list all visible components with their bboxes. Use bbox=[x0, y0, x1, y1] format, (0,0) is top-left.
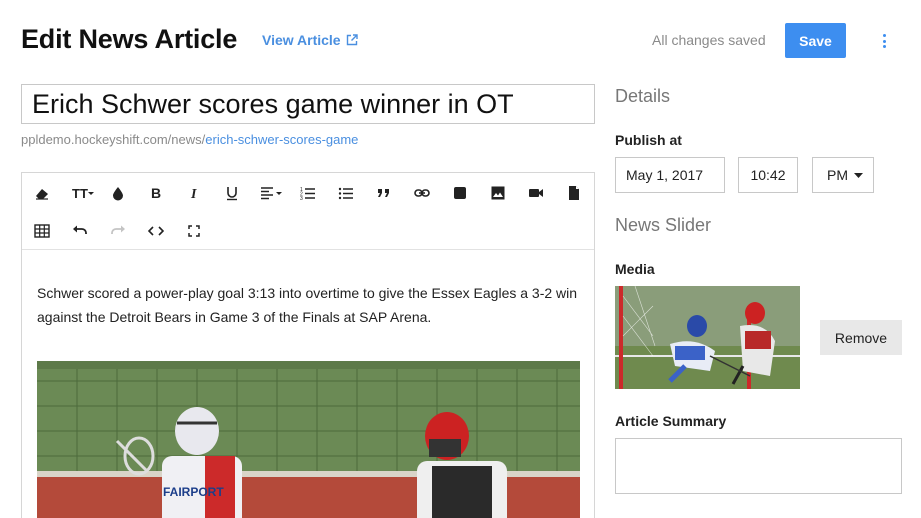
svg-text:TT: TT bbox=[72, 186, 88, 201]
publish-at-label: Publish at bbox=[615, 132, 682, 148]
ordered-list-icon[interactable]: 123 bbox=[294, 179, 322, 207]
underline-icon[interactable] bbox=[218, 179, 246, 207]
save-status: All changes saved bbox=[652, 32, 766, 48]
undo-icon[interactable] bbox=[66, 217, 94, 245]
url-base: ppldemo.hockeyshift.com/news/ bbox=[21, 132, 206, 147]
svg-text:FAIRPORT: FAIRPORT bbox=[163, 485, 224, 499]
table-icon[interactable] bbox=[28, 217, 56, 245]
article-image[interactable]: FAIRPORT bbox=[37, 361, 580, 518]
text-size-icon[interactable]: TT bbox=[66, 179, 100, 207]
color-icon[interactable] bbox=[104, 179, 132, 207]
article-body-text[interactable]: Schwer scored a power-play goal 3:13 int… bbox=[37, 281, 582, 329]
article-summary-label: Article Summary bbox=[615, 413, 727, 429]
view-article-label: View Article bbox=[262, 32, 341, 48]
code-icon[interactable] bbox=[142, 217, 170, 245]
block-icon[interactable] bbox=[446, 179, 474, 207]
eraser-icon[interactable] bbox=[28, 179, 56, 207]
dot bbox=[882, 45, 886, 48]
article-summary-input[interactable] bbox=[615, 438, 902, 494]
rich-text-editor[interactable]: TT B I 123 Schwer scored a power-play go… bbox=[21, 172, 595, 518]
article-url: ppldemo.hockeyshift.com/news/erich-schwe… bbox=[21, 132, 387, 147]
bold-icon[interactable]: B bbox=[142, 179, 170, 207]
remove-media-button[interactable]: Remove bbox=[820, 320, 902, 355]
unordered-list-icon[interactable] bbox=[332, 179, 360, 207]
chevron-down-icon bbox=[854, 172, 863, 178]
svg-text:B: B bbox=[151, 185, 161, 201]
save-button[interactable]: Save bbox=[785, 23, 846, 58]
ampm-value: PM bbox=[827, 167, 848, 183]
editor-toolbar: TT B I 123 bbox=[22, 173, 594, 250]
page-title: Edit News Article bbox=[21, 24, 238, 54]
image-icon[interactable] bbox=[484, 179, 512, 207]
align-icon[interactable] bbox=[254, 179, 288, 207]
italic-icon[interactable]: I bbox=[180, 179, 208, 207]
video-icon[interactable] bbox=[522, 179, 550, 207]
lacrosse-thumbnail-photo bbox=[615, 286, 800, 389]
fullscreen-icon[interactable] bbox=[180, 217, 208, 245]
article-title-input[interactable] bbox=[21, 84, 595, 124]
dot bbox=[882, 39, 886, 43]
redo-icon[interactable] bbox=[104, 217, 132, 245]
details-heading: Details bbox=[615, 86, 671, 106]
view-article-link[interactable]: View Article bbox=[262, 32, 358, 48]
svg-text:I: I bbox=[190, 187, 197, 201]
link-icon[interactable] bbox=[408, 179, 436, 207]
dot bbox=[882, 34, 886, 37]
publish-date-input[interactable]: May 1, 2017 bbox=[615, 157, 725, 193]
lacrosse-photo: FAIRPORT bbox=[37, 361, 580, 518]
page-header: Edit News Article View Article All chang… bbox=[0, 0, 921, 80]
file-icon[interactable] bbox=[560, 179, 588, 207]
svg-text:3: 3 bbox=[300, 196, 303, 201]
media-thumbnail[interactable] bbox=[615, 286, 800, 389]
url-slug[interactable]: erich-schwer-scores-game bbox=[205, 132, 358, 147]
quote-icon[interactable] bbox=[370, 179, 398, 207]
publish-time-input[interactable]: 10:42 bbox=[738, 157, 798, 193]
external-link-icon bbox=[346, 34, 358, 46]
ampm-select[interactable]: PM bbox=[812, 157, 874, 193]
more-options-icon[interactable] bbox=[876, 30, 892, 52]
media-label: Media bbox=[615, 261, 655, 277]
editor-content[interactable]: Schwer scored a power-play goal 3:13 int… bbox=[22, 250, 594, 518]
news-slider-heading: News Slider bbox=[615, 215, 712, 235]
